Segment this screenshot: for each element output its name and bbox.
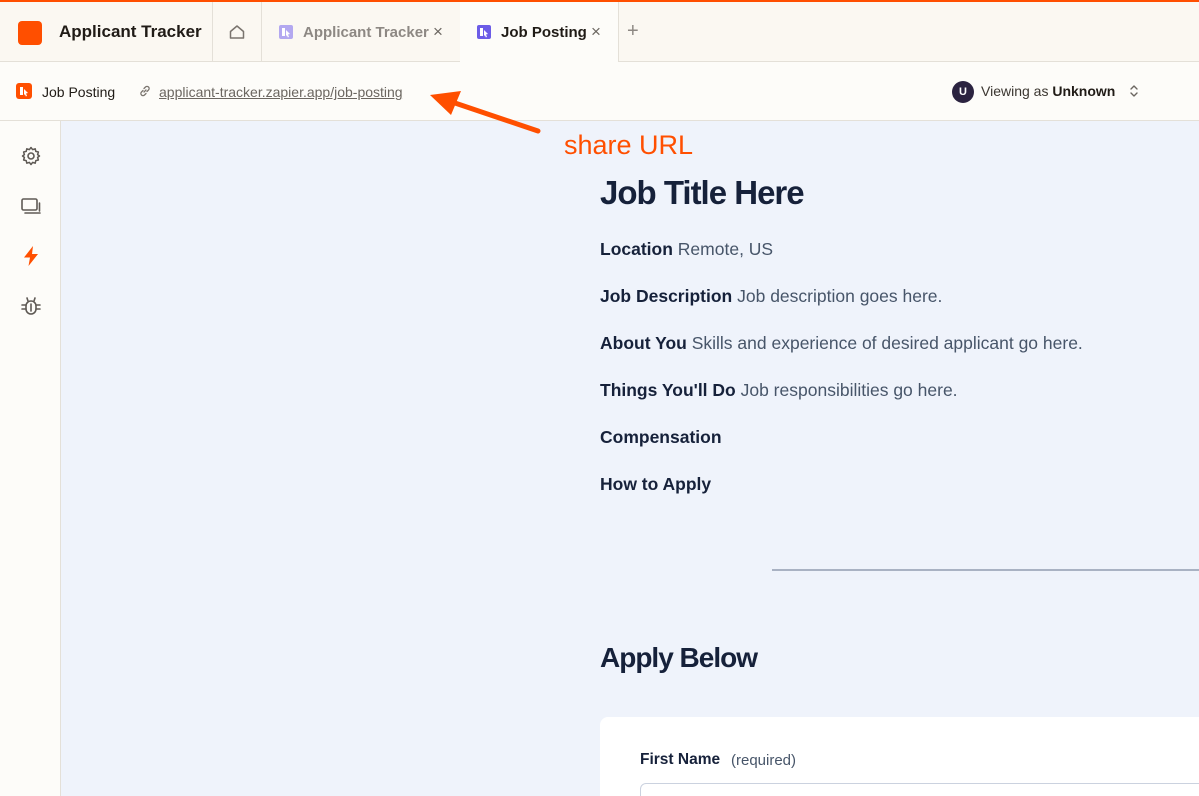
first-name-label: First Name <box>640 751 721 768</box>
close-icon[interactable]: × <box>591 22 601 42</box>
lightning-icon[interactable] <box>19 244 43 268</box>
job-field-about-you: About You Skills and experience of desir… <box>600 331 1083 355</box>
job-posting-page: Job Title Here Location Remote, US Job D… <box>61 121 1199 796</box>
section-divider <box>772 569 1199 571</box>
field-key: Things You'll Do <box>600 380 736 400</box>
gear-icon[interactable] <box>19 144 43 168</box>
job-field-description: Job Description Job description goes her… <box>600 284 942 308</box>
interface-page-icon <box>279 25 293 39</box>
job-field-how-to-apply: How to Apply <box>600 472 711 496</box>
job-field-compensation: Compensation <box>600 425 722 449</box>
tab-job-posting[interactable]: Job Posting × <box>460 2 618 62</box>
page-name: Job Posting <box>42 84 116 100</box>
field-value: Remote, US <box>677 239 774 259</box>
field-value: Job responsibilities go here. <box>740 380 958 400</box>
share-url-link[interactable]: applicant-tracker.zapier.app/job-posting <box>159 83 403 101</box>
tab-bar: Applicant Tracker Applicant Tracker × Jo… <box>0 0 1199 62</box>
new-tab-button[interactable]: + <box>627 19 639 43</box>
apply-section-title: Apply Below <box>600 642 758 673</box>
viewing-as-selector[interactable]: Viewing as Unknown <box>981 82 1115 100</box>
field-key: Job Description <box>600 286 733 306</box>
chevron-up-down-icon[interactable] <box>1128 83 1140 99</box>
field-key: About You <box>600 333 687 353</box>
left-sidebar <box>0 121 61 796</box>
field-key: Compensation <box>600 427 722 447</box>
field-key: Location <box>600 239 673 259</box>
page-icon <box>16 83 32 99</box>
field-key: How to Apply <box>600 474 712 494</box>
home-tab[interactable] <box>213 2 261 62</box>
link-icon <box>140 85 150 97</box>
layout-icon[interactable] <box>19 194 43 218</box>
app-title: Applicant Tracker <box>59 22 202 41</box>
tab-divider <box>618 2 619 62</box>
tab-label: Applicant Tracker <box>303 24 429 41</box>
required-hint: (required) <box>731 752 797 769</box>
job-field-things-youll-do: Things You'll Do Job responsibilities go… <box>600 378 958 402</box>
first-name-input[interactable] <box>640 783 1199 796</box>
job-field-location: Location Remote, US <box>600 237 773 261</box>
avatar: U <box>952 81 974 103</box>
field-value: Skills and experience of desired applica… <box>691 333 1083 353</box>
annotation-label: share URL <box>564 130 694 160</box>
tab-label: Job Posting <box>501 24 587 41</box>
interface-page-icon <box>477 25 491 39</box>
viewer-name: Unknown <box>1052 83 1116 99</box>
viewing-as-label: Viewing as <box>981 83 1049 99</box>
bug-icon[interactable] <box>19 294 43 318</box>
page-header-bar: Job Posting applicant-tracker.zapier.app… <box>0 62 1199 121</box>
app-logo <box>18 21 42 45</box>
home-icon <box>229 25 245 39</box>
field-value: Job description goes here. <box>737 286 943 306</box>
application-form: First Name (required) <box>600 717 1199 796</box>
close-icon[interactable]: × <box>433 22 443 42</box>
job-title: Job Title Here <box>600 174 805 211</box>
tab-applicant-tracker[interactable]: Applicant Tracker × <box>262 2 460 62</box>
